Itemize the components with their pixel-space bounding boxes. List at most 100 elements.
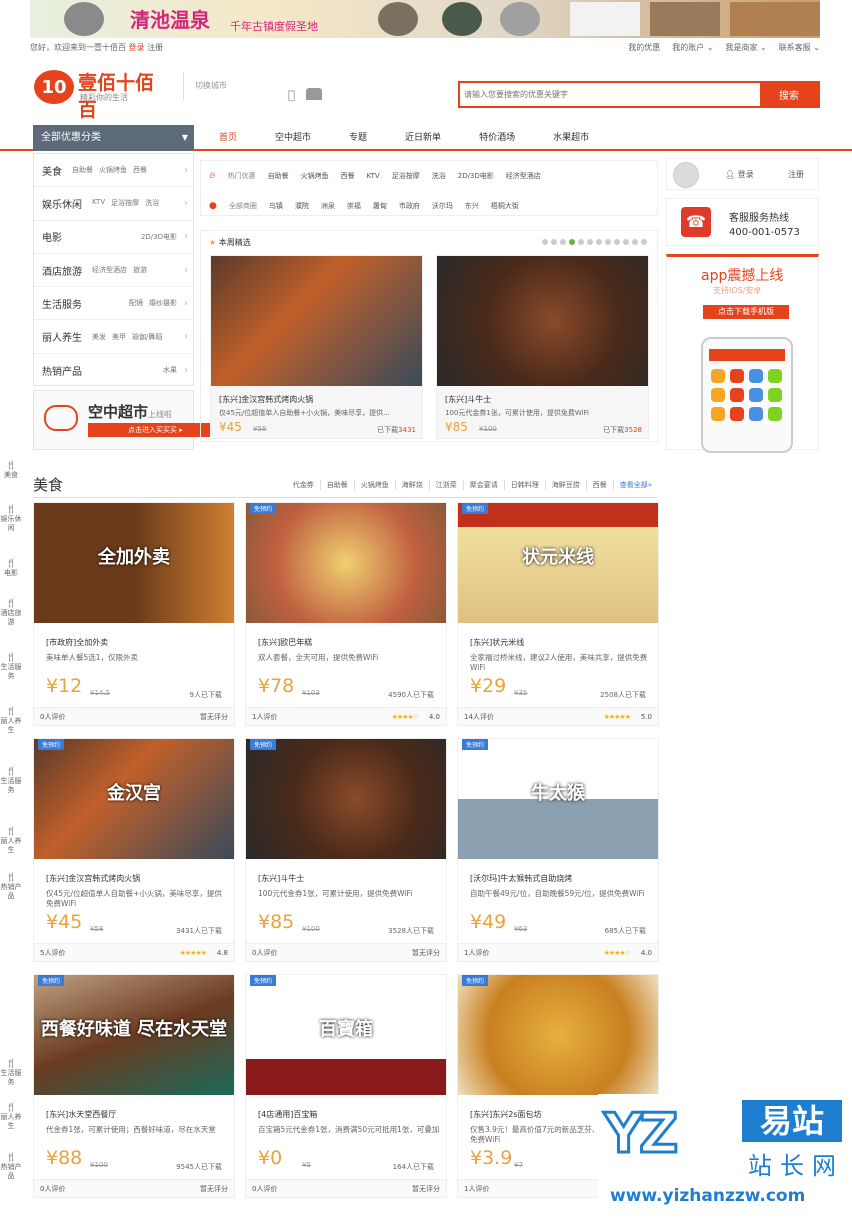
food-tag[interactable]: 西餐 [587, 480, 614, 490]
subcategory-link[interactable]: 经济型酒店 [92, 265, 127, 275]
district-tag[interactable]: 乌镇 [269, 201, 283, 211]
register-link[interactable]: 注册 [147, 43, 163, 52]
search-button[interactable]: 搜索 [760, 83, 818, 106]
deal-card[interactable]: 牛太猴 免预约 [沃尔玛]牛太猴韩式自助烧烤 自助午餐49元/位，自助晚餐59元/位，… [457, 738, 659, 962]
sidenav-hotel[interactable]: 🍴︎ 酒店旅游 [0, 600, 22, 627]
deal-card[interactable]: 状元米线 免预约 [东兴]状元米线 全家福过桥米线，建议2人使用，美味共享，提供免费W… [457, 502, 659, 726]
my-account-menu[interactable]: 我的账户 ⌄ [672, 40, 713, 56]
subcategory-link[interactable]: 美发 [92, 332, 106, 342]
deal-card[interactable]: 百寶箱 免预约 [4店通用]百宝箱 百宝箱5元代金券1张，消费满50元可抵用1张，可叠… [245, 974, 447, 1198]
nav-topics[interactable]: 专题 [330, 125, 386, 151]
subcategory-link[interactable]: 火锅烤鱼 [99, 165, 127, 175]
category-life-services[interactable]: 生活服务 配镜 婚纱摄影 › [34, 287, 193, 321]
nav-sky-market[interactable]: 空中超市 [256, 125, 330, 151]
login-link[interactable]: 登录 [129, 43, 145, 52]
carousel-dots[interactable] [542, 239, 647, 245]
deal-old-price: ¥103 [302, 689, 320, 697]
food-tag[interactable]: 日韩料理 [505, 480, 546, 490]
category-entertainment[interactable]: 娱乐休闲 KTV 足浴按摩 洗浴 › [34, 187, 193, 221]
sidenav-food[interactable]: 🍴︎ 美食 [0, 462, 22, 480]
nav-wine-specials[interactable]: 特价酒场 [460, 125, 534, 151]
my-coupons-link[interactable]: 我的优惠 [628, 40, 660, 56]
subcategory-link[interactable]: KTV [92, 198, 105, 208]
sidenav-life[interactable]: 🍴︎ 生活服务 [0, 768, 22, 795]
contact-service-menu[interactable]: 联系客服 ⌄ [779, 40, 820, 56]
subcategory-link[interactable]: 旅游 [133, 265, 147, 275]
view-all-link[interactable]: 查看全部» [614, 480, 658, 490]
subcategory-link[interactable]: 西餐 [133, 165, 147, 175]
hot-tag[interactable]: 足浴按摩 [392, 171, 420, 181]
hot-tag[interactable]: 洗浴 [432, 171, 446, 181]
sidenav-hot[interactable]: 🍴︎ 热销产品 [0, 874, 22, 901]
district-tag[interactable]: 濮院 [295, 201, 309, 211]
hot-tag[interactable]: 火锅烤鱼 [301, 171, 329, 181]
subcategory-link[interactable]: 2D/3D电影 [141, 232, 177, 242]
app-download-button[interactable]: 点击下载手机版 [703, 305, 789, 319]
district-tag[interactable]: 沃尔玛 [432, 201, 453, 211]
district-tag[interactable]: 屠甸 [373, 201, 387, 211]
food-tag[interactable]: 海鲜豆捞 [546, 480, 587, 490]
deal-card[interactable]: 全加外卖 [市政府]全加外卖 美味单人餐5选1，仅限外卖 ¥12 ¥14.5 9人已下载 0… [33, 502, 235, 726]
food-tag[interactable]: 江浙菜 [430, 480, 464, 490]
merchant-menu[interactable]: 我是商家 ⌄ [726, 40, 767, 56]
sidenav-beauty[interactable]: 🍴︎ 丽人养生 [0, 828, 22, 855]
weekly-card[interactable]: [东兴]斗牛士 100元代金券1张，可累计使用，提供免费WiFi ¥85 ¥10… [436, 255, 649, 439]
weekly-card[interactable]: [东兴]金汉宫韩式烤肉火锅 仅45元/位超值单人自助餐+小火锅，美味尽享，提供.… [210, 255, 423, 439]
subcategory-link[interactable]: 美甲 [112, 332, 126, 342]
food-tag[interactable]: 海鲜烧 [396, 480, 430, 490]
hot-tag[interactable]: 经济型酒店 [506, 171, 541, 181]
all-categories-button[interactable]: 全部优惠分类 ▼ [33, 125, 194, 151]
district-tag[interactable]: 洲泉 [321, 201, 335, 211]
subcategory-link[interactable]: 瑜伽/舞蹈 [132, 332, 162, 342]
sidenav-entertainment[interactable]: 🍴︎ 娱乐休闲 [0, 506, 22, 533]
food-tag[interactable]: 火锅烤鱼 [355, 480, 396, 490]
sky-market-promo[interactable]: 空中超市上线啦 点击进入买买买 ▸ [33, 390, 214, 450]
subcategory-link[interactable]: 洗浴 [145, 198, 159, 208]
nav-fruit-market[interactable]: 水果超市 [534, 125, 608, 151]
sidenav-beauty[interactable]: 🍴︎ 丽人养生 [0, 1104, 22, 1131]
district-tag[interactable]: 梧桐大街 [491, 201, 519, 211]
deal-image-text: 西餐好味道 尽在水天堂 [40, 1019, 228, 1040]
deal-card[interactable]: 免预约 [东兴]欧巴年糕 双人套餐，全天可用，提供免费WiFi ¥78 ¥103 4590… [245, 502, 447, 726]
subcategory-link[interactable]: 婚纱摄影 [149, 298, 177, 308]
hot-tag[interactable]: 2D/3D电影 [458, 171, 494, 181]
top-ad-banner[interactable]: 清池温泉 千年古镇度假圣地 [30, 0, 820, 38]
panel-register-link[interactable]: 注册 [788, 169, 804, 180]
subcategory-link[interactable]: 足浴按摩 [111, 198, 139, 208]
switch-city-link[interactable]: 切换城市 [195, 80, 227, 91]
subcategory-link[interactable]: 水果 [163, 365, 177, 375]
panel-login-link[interactable]: 👤︎ 登录 [725, 169, 754, 180]
weekly-picks: ★ 本周精选 [东兴]金汉宫韩式烤肉火锅 仅45元/位超值单人自助餐+小火锅，美… [200, 230, 658, 442]
subcategory-link[interactable]: 自助餐 [72, 165, 93, 175]
nav-new-deals[interactable]: 近日新单 [386, 125, 460, 151]
sky-market-button[interactable]: 点击进入买买买 ▸ [88, 423, 214, 437]
site-logo[interactable]: 10 壹佰十佰百 精彩你的生活 [34, 66, 170, 121]
category-beauty[interactable]: 丽人养生 美发 美甲 瑜伽/舞蹈 › [34, 320, 193, 354]
category-hotel-travel[interactable]: 酒店旅游 经济型酒店 旅游 › [34, 254, 193, 288]
nav-home[interactable]: 首页 [200, 125, 256, 151]
logo-slogan: 精彩你的生活 [80, 93, 128, 102]
sidenav-hot[interactable]: 🍴︎ 热销产品 [0, 1154, 22, 1181]
deal-card[interactable]: 西餐好味道 尽在水天堂 免预约 [东兴]水天堂西餐厅 代金券1张，可累计使用；西餐好味… [33, 974, 235, 1198]
sidenav-beauty[interactable]: 🍴︎ 丽人养生 [0, 708, 22, 735]
district-tag[interactable]: 崇福 [347, 201, 361, 211]
app-title: app震撼上线 [701, 268, 784, 284]
deal-card[interactable]: 金汉宫 免预约 [东兴]金汉宫韩式烤肉火锅 仅45元/位超值单人自助餐+小火锅，美味尽… [33, 738, 235, 962]
category-movies[interactable]: 电影 2D/3D电影 › [34, 221, 193, 254]
district-tag[interactable]: 市政府 [399, 201, 420, 211]
subcategory-link[interactable]: 配镜 [129, 298, 143, 308]
category-food[interactable]: 美食 自助餐 火锅烤鱼 西餐 › [34, 154, 193, 188]
food-tag[interactable]: 聚会宴请 [464, 480, 505, 490]
sidenav-life[interactable]: 🍴︎ 生活服务 [0, 1060, 22, 1087]
food-tag[interactable]: 代金券 [287, 480, 321, 490]
search-input[interactable] [460, 83, 760, 106]
district-tag[interactable]: 东兴 [465, 201, 479, 211]
hot-tag[interactable]: 自助餐 [268, 171, 289, 181]
food-tag[interactable]: 自助餐 [321, 480, 355, 490]
hot-tag[interactable]: 西餐 [341, 171, 355, 181]
sidenav-life[interactable]: 🍴︎ 生活服务 [0, 654, 22, 681]
category-hot-products[interactable]: 热销产品 水果 › [34, 354, 193, 387]
sidenav-movies[interactable]: 🍴︎ 电影 [0, 560, 22, 578]
deal-card[interactable]: 免预约 [东兴]斗牛士 100元代金券1张，可累计使用，提供免费WiFi ¥85 ¥10… [245, 738, 447, 962]
hot-tag[interactable]: KTV [367, 172, 380, 180]
